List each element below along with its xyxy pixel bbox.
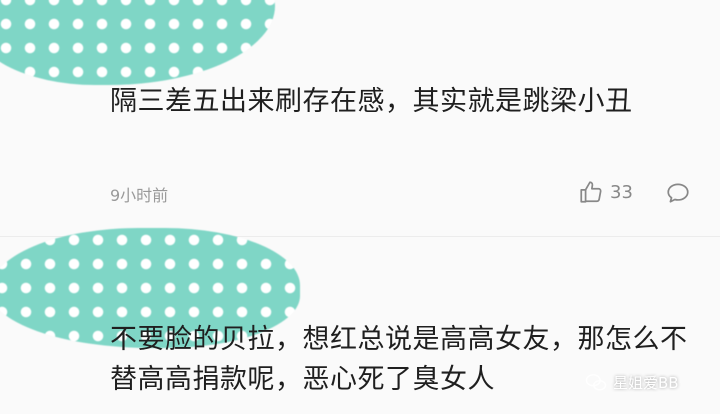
thumbs-up-icon <box>580 181 602 203</box>
comment-time: 9小时前 <box>110 186 169 205</box>
like-button[interactable]: 33 <box>578 179 633 205</box>
watermark: 星姐爱BB <box>585 372 679 393</box>
wechat-icon <box>585 373 607 391</box>
watermark-text: 星姐爱BB <box>613 374 679 392</box>
comment-text: 隔三差五出来刷存在感，其实就是跳梁小丑 <box>110 86 633 117</box>
like-count: 33 <box>610 181 633 203</box>
avatar-pixelated-mask <box>0 0 275 85</box>
speech-bubble-icon <box>667 183 689 203</box>
reply-button[interactable] <box>664 180 692 210</box>
